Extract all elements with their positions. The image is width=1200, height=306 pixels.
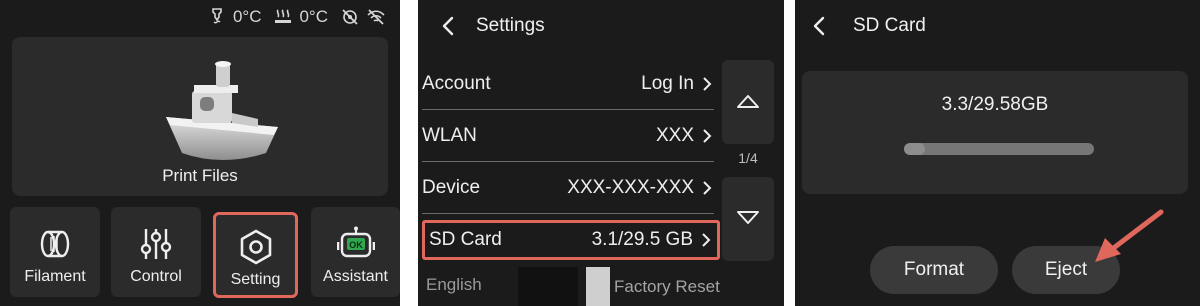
settings-row-device[interactable]: Device XXX-XXX-XXX — [422, 162, 714, 214]
sd-usage-fill — [904, 143, 925, 155]
settings-row-account[interactable]: Account Log In — [422, 58, 714, 110]
filament-label: Filament — [24, 268, 86, 285]
language-selector[interactable]: English — [426, 275, 482, 295]
scroll-up-button[interactable] — [722, 60, 774, 144]
sd-usage-bar — [904, 143, 1094, 155]
bottom-strip: English Factory Reset — [418, 267, 784, 306]
factory-reset-button[interactable]: Factory Reset — [614, 277, 720, 297]
row-label: Account — [422, 72, 491, 94]
chevron-right-icon — [699, 231, 713, 249]
benchy-boat-image — [166, 61, 278, 160]
page-title: SD Card — [853, 15, 926, 36]
format-button[interactable]: Format — [870, 246, 998, 294]
control-label: Control — [130, 268, 182, 285]
chevron-right-icon — [700, 75, 714, 93]
camera-off-icon — [340, 7, 360, 27]
hexagon-gear-icon — [237, 228, 275, 266]
row-label: WLAN — [422, 124, 477, 146]
settings-screen: Settings Account Log In WLAN XXX Device … — [418, 0, 784, 306]
row-value: XXX — [655, 124, 694, 146]
row-value: 3.1/29.5 GB — [591, 229, 693, 250]
status-bar: 0°C 0°C — [207, 6, 386, 28]
nozzle-temp-icon — [207, 7, 227, 27]
sd-usage-card: 3.3/29.58GB — [802, 71, 1188, 194]
svg-text:OK: OK — [349, 240, 363, 250]
overlay-dark — [518, 267, 578, 306]
print-files-card[interactable]: Print Files — [12, 37, 388, 196]
settings-row-sd-card[interactable]: SD Card 3.1/29.5 GB — [422, 220, 720, 260]
page-title: Settings — [476, 15, 545, 36]
back-chevron-icon[interactable] — [807, 13, 833, 39]
row-label: SD Card — [429, 229, 502, 250]
print-files-label: Print Files — [162, 166, 238, 185]
settings-row-wlan[interactable]: WLAN XXX — [422, 110, 714, 162]
filament-tile[interactable]: Filament — [10, 207, 100, 297]
bed-temp: 0°C — [299, 7, 328, 26]
chevron-down-icon — [737, 211, 759, 224]
setting-tile[interactable]: Setting — [213, 212, 298, 298]
red-pointer-arrow — [1095, 209, 1164, 262]
sd-card-header: SD Card — [807, 0, 926, 52]
back-chevron-icon[interactable] — [436, 13, 462, 39]
row-value: XXX-XXX-XXX — [567, 176, 694, 198]
control-tile[interactable]: Control — [111, 207, 201, 297]
chevron-right-icon — [700, 179, 714, 197]
wifi-off-icon — [366, 7, 386, 27]
home-screen: 0°C 0°C Print Files Filament Control Set… — [0, 0, 400, 306]
sliders-icon — [137, 225, 175, 263]
bed-temp-icon — [273, 7, 293, 27]
assistant-label: Assistant — [323, 268, 388, 285]
chevron-up-icon — [737, 95, 759, 108]
row-label: Device — [422, 176, 481, 198]
assistant-tile[interactable]: OK Assistant — [311, 207, 400, 297]
filament-spool-icon — [36, 225, 74, 263]
page-indicator: 1/4 — [738, 150, 758, 166]
setting-label: Setting — [230, 271, 281, 288]
chevron-right-icon — [700, 127, 714, 145]
settings-header: Settings — [436, 0, 545, 52]
robot-ok-icon: OK — [336, 225, 375, 263]
sd-card-screen: SD Card 3.3/29.58GB Format Eject — [795, 0, 1200, 306]
nozzle-temp: 0°C — [232, 7, 262, 26]
sd-usage-text: 3.3/29.58GB — [941, 94, 1049, 115]
scroll-down-button[interactable] — [722, 177, 774, 261]
overlay-light — [586, 267, 610, 306]
row-value: Log In — [641, 72, 694, 94]
